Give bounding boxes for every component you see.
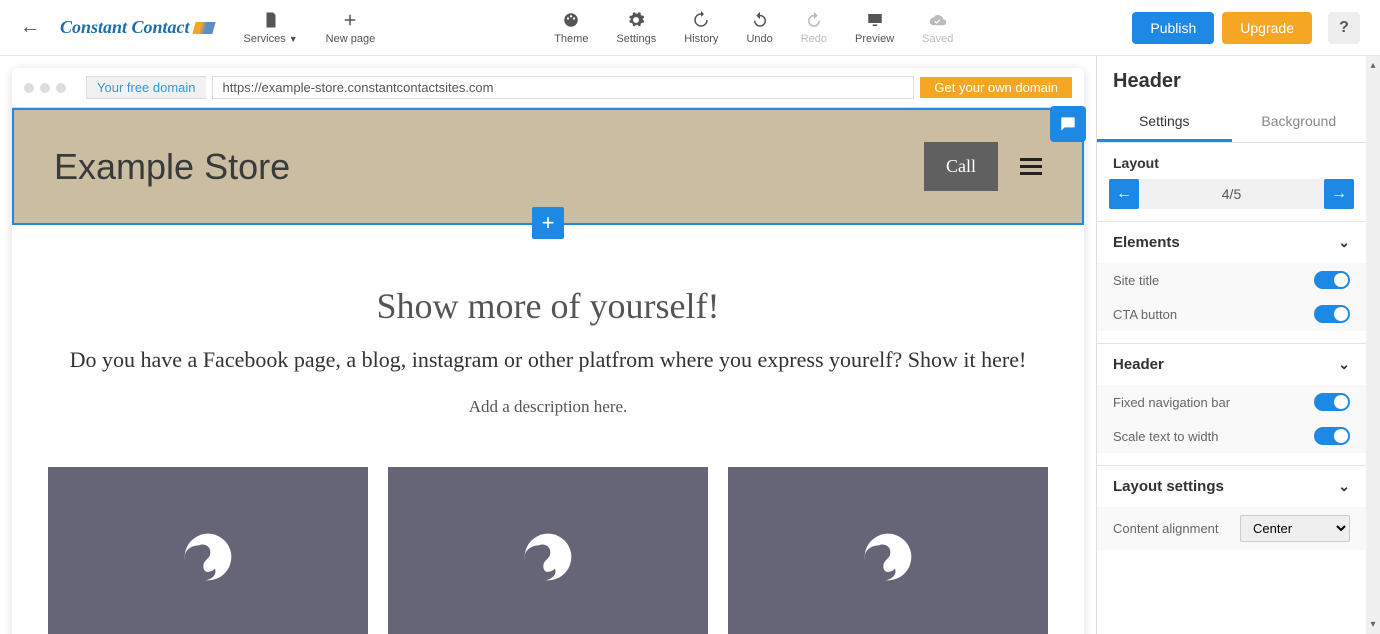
content-alignment-select[interactable]: Center xyxy=(1240,515,1350,542)
get-domain-button[interactable]: Get your own domain xyxy=(920,77,1072,98)
url-display: https://example-store.constantcontactsit… xyxy=(212,76,915,99)
theme-label: Theme xyxy=(554,33,588,45)
settings-label: Settings xyxy=(616,33,656,45)
globe-icon xyxy=(180,529,236,585)
chevron-down-icon: ⌄ xyxy=(1338,234,1350,251)
browser-frame: Your free domain https://example-store.c… xyxy=(12,68,1084,634)
header-block[interactable]: Example Store Call + xyxy=(12,108,1084,225)
content-heading[interactable]: Show more of yourself! xyxy=(32,285,1064,327)
tab-background[interactable]: Background xyxy=(1232,103,1367,142)
layout-settings-label: Layout settings xyxy=(1113,478,1224,495)
undo-button[interactable]: Undo xyxy=(746,11,772,45)
content-subheading[interactable]: Do you have a Facebook page, a blog, ins… xyxy=(32,347,1064,373)
chevron-down-icon: ⌄ xyxy=(1338,478,1350,495)
scroll-down-icon[interactable]: ▾ xyxy=(1370,619,1375,630)
content-description[interactable]: Add a description here. xyxy=(32,397,1064,417)
preview-button[interactable]: Preview xyxy=(855,11,894,45)
undo-icon xyxy=(751,11,769,29)
globe-icon xyxy=(520,529,576,585)
site-title-toggle-label: Site title xyxy=(1113,273,1159,288)
chat-float-button[interactable] xyxy=(1050,106,1086,142)
card-placeholder[interactable] xyxy=(388,467,708,634)
browser-bar: Your free domain https://example-store.c… xyxy=(12,68,1084,108)
redo-label: Redo xyxy=(801,33,827,45)
cta-toggle[interactable] xyxy=(1314,305,1350,323)
scroll-up-icon[interactable]: ▴ xyxy=(1370,60,1375,71)
elements-label: Elements xyxy=(1113,234,1180,251)
layout-next-button[interactable]: → xyxy=(1324,179,1354,209)
saved-indicator: Saved xyxy=(922,11,953,45)
redo-icon xyxy=(805,11,823,29)
upgrade-button[interactable]: Upgrade xyxy=(1222,12,1312,44)
history-button[interactable]: History xyxy=(684,11,718,45)
brand-text: Constant Contact xyxy=(60,17,190,38)
services-menu[interactable]: Services▼ xyxy=(244,11,298,45)
preview-label: Preview xyxy=(855,33,894,45)
chevron-down-icon: ⌄ xyxy=(1338,356,1350,373)
monitor-icon xyxy=(866,11,884,29)
call-button[interactable]: Call xyxy=(924,142,998,191)
file-icon xyxy=(262,11,280,29)
window-dot xyxy=(56,83,66,93)
redo-button[interactable]: Redo xyxy=(801,11,827,45)
globe-icon xyxy=(860,529,916,585)
layout-label: Layout xyxy=(1097,143,1366,179)
layout-settings-header[interactable]: Layout settings ⌄ xyxy=(1097,466,1366,507)
cloud-check-icon xyxy=(929,11,947,29)
history-icon xyxy=(692,11,710,29)
tab-settings[interactable]: Settings xyxy=(1097,103,1232,142)
chat-icon xyxy=(1058,114,1078,134)
hamburger-menu-icon[interactable] xyxy=(1020,158,1042,175)
free-domain-label[interactable]: Your free domain xyxy=(86,76,206,99)
site-title-toggle[interactable] xyxy=(1314,271,1350,289)
gear-icon xyxy=(627,11,645,29)
card-placeholder[interactable] xyxy=(728,467,1048,634)
help-button[interactable]: ? xyxy=(1328,12,1360,44)
card-placeholder[interactable] xyxy=(48,467,368,634)
plus-icon xyxy=(341,11,359,29)
add-section-button[interactable]: + xyxy=(532,207,564,239)
side-panel: Header Settings Background Layout ← 4/5 … xyxy=(1096,56,1366,634)
chevron-down-icon: ▼ xyxy=(289,34,298,44)
layout-counter: 4/5 xyxy=(1139,186,1324,202)
saved-label: Saved xyxy=(922,33,953,45)
publish-button[interactable]: Publish xyxy=(1132,12,1214,44)
history-label: History xyxy=(684,33,718,45)
window-dot xyxy=(24,83,34,93)
new-page-button[interactable]: New page xyxy=(326,11,376,45)
scale-text-label: Scale text to width xyxy=(1113,429,1219,444)
brand-logo: Constant Contact xyxy=(60,17,214,38)
services-label: Services xyxy=(244,33,286,45)
scale-text-toggle[interactable] xyxy=(1314,427,1350,445)
header-group-header[interactable]: Header ⌄ xyxy=(1097,344,1366,385)
new-page-label: New page xyxy=(326,33,376,45)
elements-group-header[interactable]: Elements ⌄ xyxy=(1097,222,1366,263)
content-alignment-label: Content alignment xyxy=(1113,521,1219,536)
cta-toggle-label: CTA button xyxy=(1113,307,1177,322)
panel-title: Header xyxy=(1097,56,1366,103)
back-arrow-icon[interactable]: ← xyxy=(20,16,40,39)
window-dot xyxy=(40,83,50,93)
header-group-label: Header xyxy=(1113,356,1164,373)
undo-label: Undo xyxy=(746,33,772,45)
layout-prev-button[interactable]: ← xyxy=(1109,179,1139,209)
scrollbar[interactable]: ▴ ▾ xyxy=(1366,56,1380,634)
settings-button[interactable]: Settings xyxy=(616,11,656,45)
content-section: Show more of yourself! Do you have a Fac… xyxy=(12,225,1084,634)
fixed-nav-toggle[interactable] xyxy=(1314,393,1350,411)
brand-flag-icon xyxy=(192,22,215,34)
theme-button[interactable]: Theme xyxy=(554,11,588,45)
fixed-nav-label: Fixed navigation bar xyxy=(1113,395,1230,410)
site-title[interactable]: Example Store xyxy=(54,146,290,188)
palette-icon xyxy=(562,11,580,29)
canvas-area: Your free domain https://example-store.c… xyxy=(0,56,1096,634)
